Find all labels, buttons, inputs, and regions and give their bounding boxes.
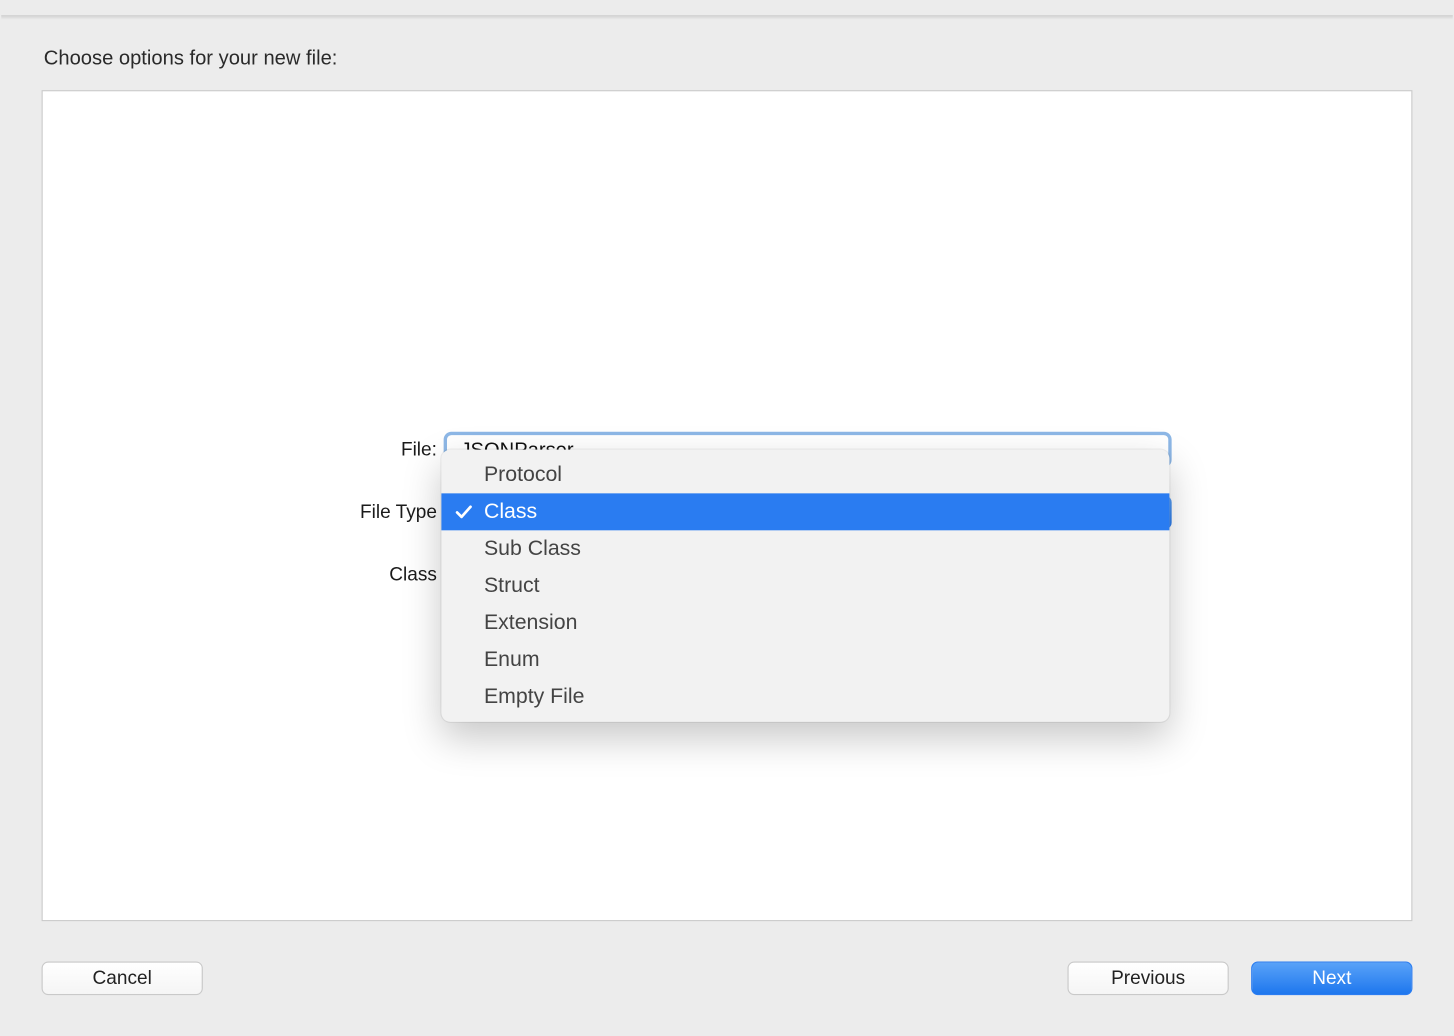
file-type-option[interactable]: Sub Class: [441, 530, 1169, 567]
previous-button[interactable]: Previous: [1067, 962, 1228, 996]
file-type-option-label: Protocol: [484, 463, 562, 488]
file-type-option-label: Enum: [484, 647, 540, 672]
file-type-option-label: Extension: [484, 610, 577, 635]
file-type-option[interactable]: Protocol: [441, 456, 1169, 493]
class-label: Class: [43, 564, 444, 586]
cancel-button[interactable]: Cancel: [42, 962, 203, 996]
file-type-option[interactable]: Enum: [441, 641, 1169, 678]
file-type-option[interactable]: Class: [441, 493, 1169, 530]
file-type-label: File Type: [43, 501, 444, 523]
file-type-popup[interactable]: Protocol Class Sub Class Struct Extension Enu…: [441, 450, 1169, 722]
file-type-option-label: Empty File: [484, 684, 585, 709]
file-type-option-label: Sub Class: [484, 536, 581, 561]
file-type-option-label: Struct: [484, 573, 540, 598]
options-panel: File: File Type Class Class: [42, 90, 1413, 921]
file-type-option[interactable]: Extension: [441, 604, 1169, 641]
dialog-button-bar: Cancel Previous Next: [42, 958, 1413, 998]
dialog-body: Choose options for your new file: File: …: [1, 15, 1453, 1021]
next-button[interactable]: Next: [1251, 962, 1412, 996]
file-type-option-label: Class: [484, 500, 537, 525]
file-label: File:: [43, 438, 444, 460]
file-type-option[interactable]: Struct: [441, 567, 1169, 604]
file-type-option[interactable]: Empty File: [441, 678, 1169, 715]
dialog-heading: Choose options for your new file:: [44, 46, 1413, 70]
check-icon: [455, 503, 473, 521]
